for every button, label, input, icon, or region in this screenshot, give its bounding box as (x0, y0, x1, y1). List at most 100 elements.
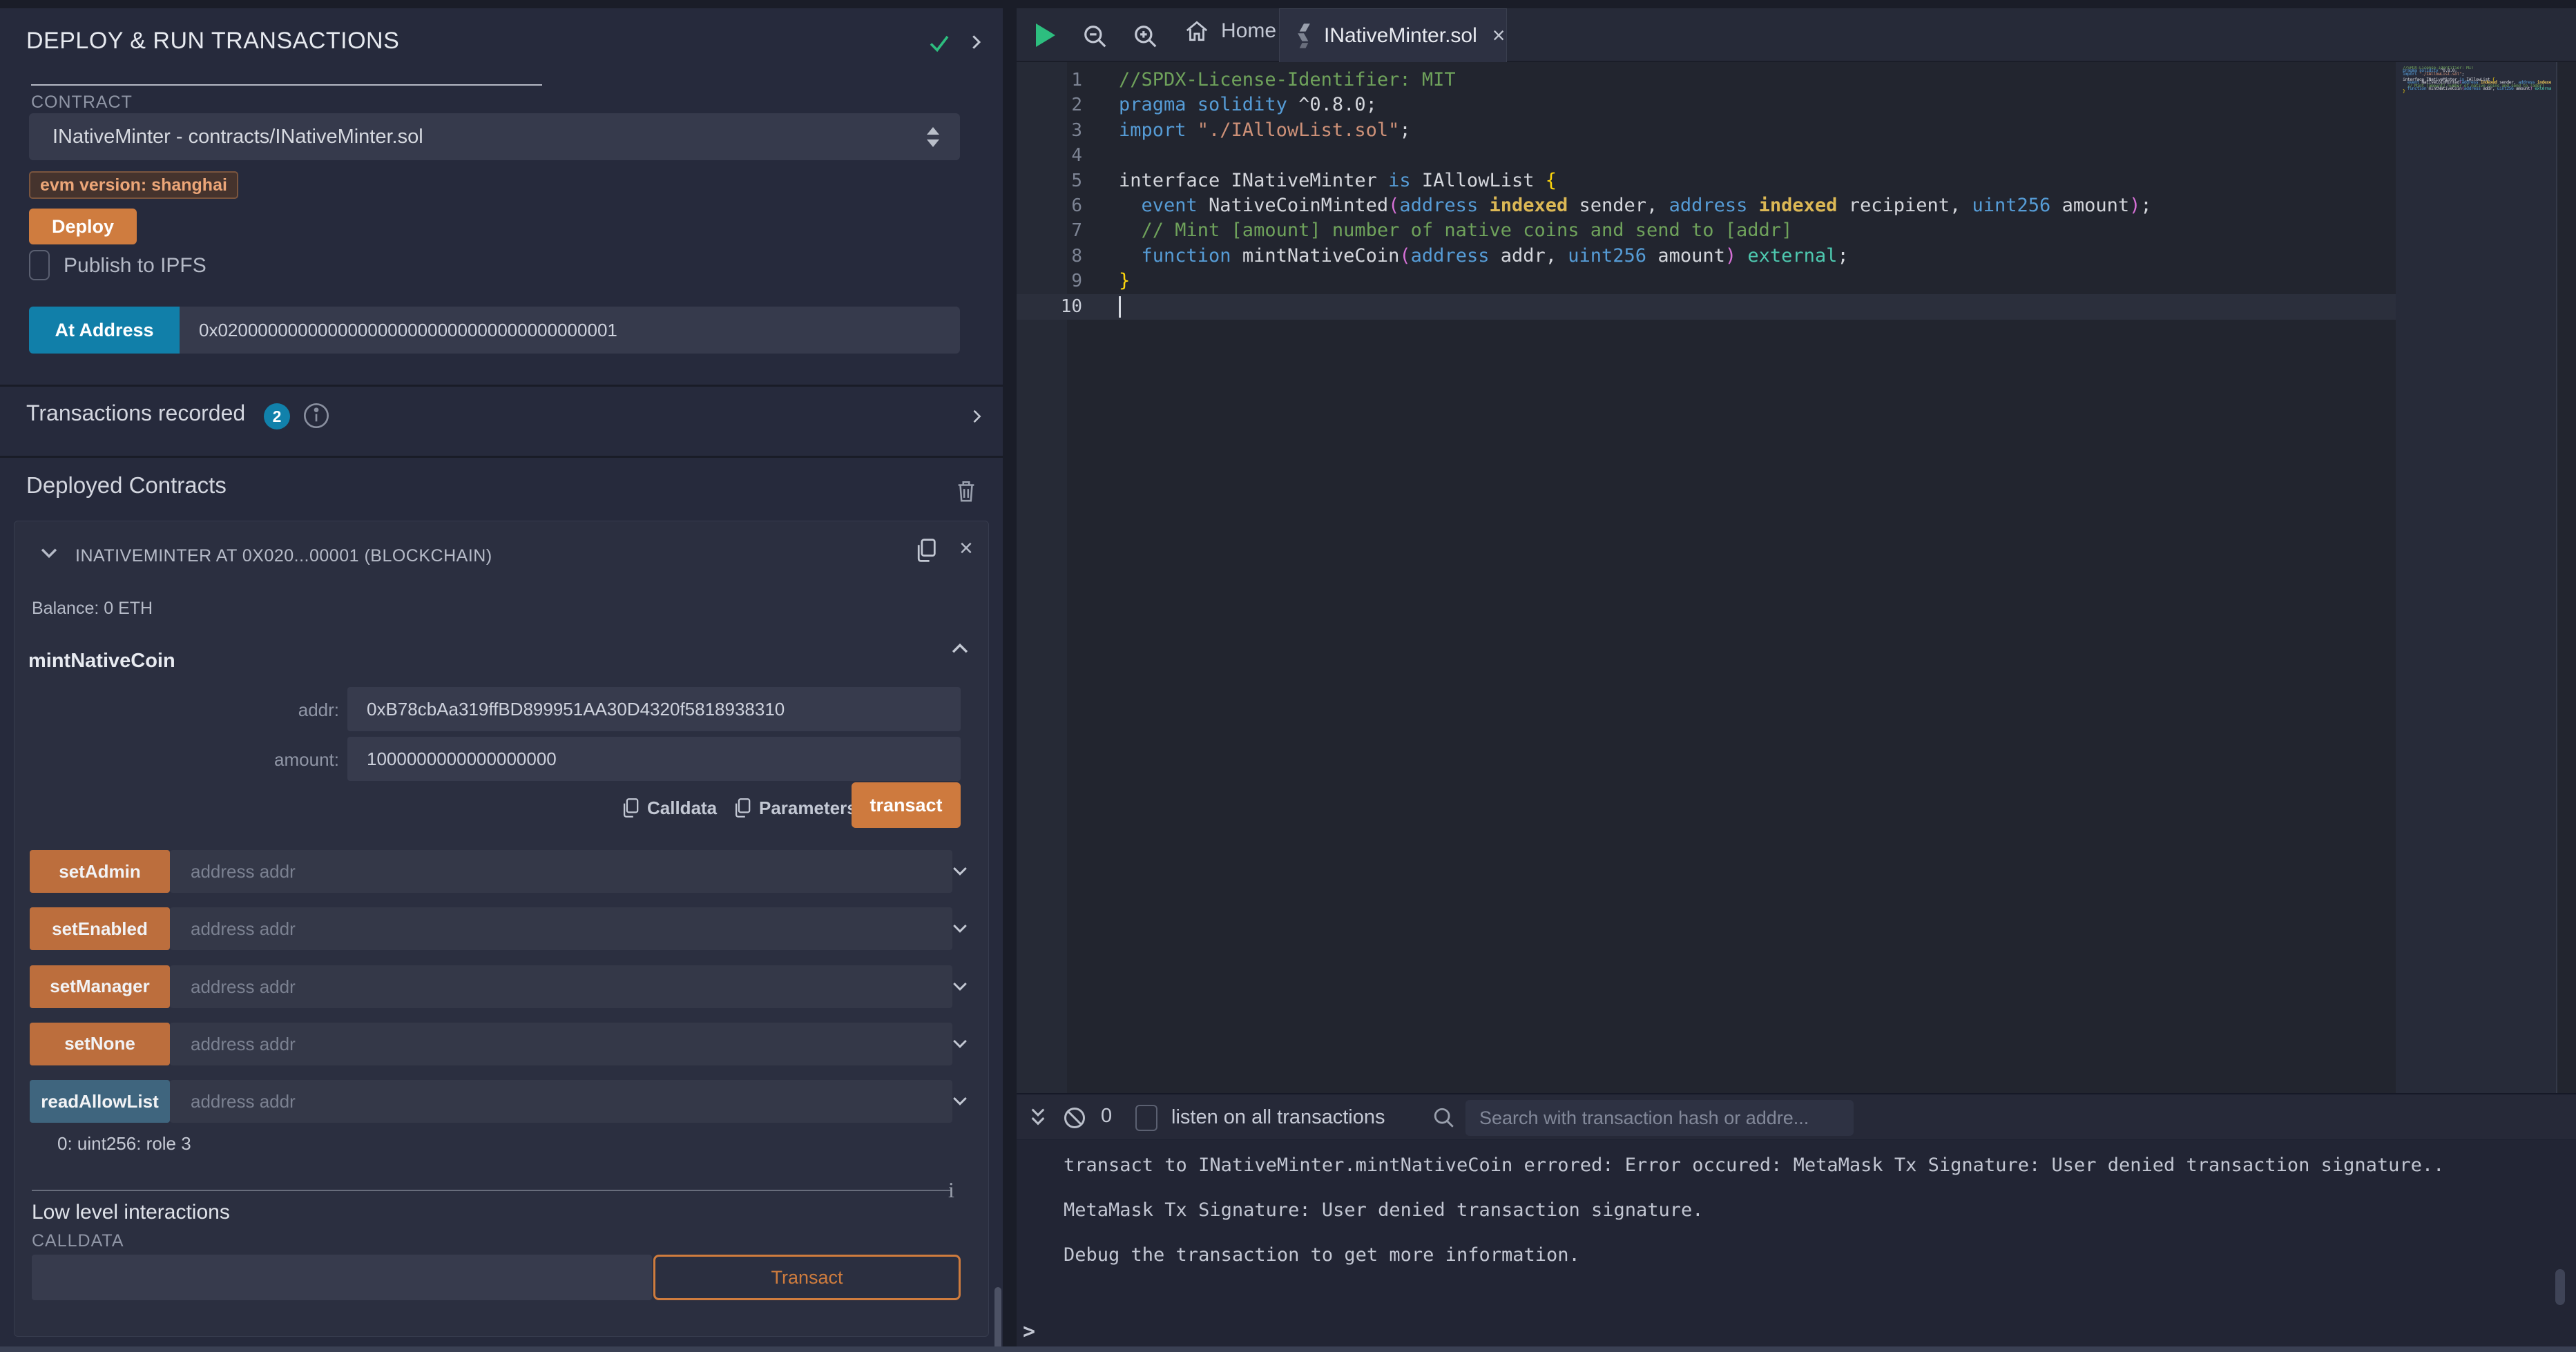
left-panel-scrollbar[interactable] (994, 1287, 1001, 1352)
copy-icon (621, 796, 640, 820)
zoom-in-icon[interactable] (1133, 23, 1159, 50)
editor-tabbar: Home INativeMinter.sol × (1017, 8, 2576, 62)
remix-ide-window: DEPLOY & RUN TRANSACTIONS CONTRACT INati… (0, 0, 2576, 1352)
zoom-out-icon[interactable] (1082, 23, 1108, 50)
copy-parameters-action[interactable]: Parameters (733, 796, 857, 820)
method-button[interactable]: setAdmin (30, 850, 170, 893)
addr-field-label: addr: (222, 699, 339, 721)
section-divider (0, 456, 1003, 458)
contract-collapse-icon[interactable] (37, 541, 61, 564)
terminal-search-input[interactable] (1465, 1100, 1854, 1136)
contract-balance: Balance: 0 ETH (32, 599, 153, 619)
tab-home[interactable]: Home (1184, 18, 1276, 44)
terminal-scrollbar[interactable] (2555, 1269, 2565, 1305)
at-address-row: At Address (29, 307, 960, 354)
panel-title: DEPLOY & RUN TRANSACTIONS (26, 28, 399, 55)
minimap-code: //SPDX-License-Identifier: MITpragma sol… (2403, 66, 2551, 96)
method-row: setAdmin address addr (30, 850, 974, 893)
line-numbers: 12345678910 (1017, 68, 1082, 319)
double-chevron-down-icon[interactable] (1026, 1105, 1050, 1130)
copy-icon (733, 796, 752, 820)
clear-console-icon[interactable] (1062, 1105, 1087, 1130)
search-icon (1432, 1106, 1456, 1130)
deploy-run-panel: DEPLOY & RUN TRANSACTIONS CONTRACT INati… (0, 8, 1003, 1346)
amount-field-label: amount: (222, 749, 339, 771)
pending-tx-count: 0 (1101, 1105, 1112, 1128)
select-updown-icon (927, 127, 939, 147)
method-arg-placeholder: address addr (191, 918, 296, 940)
transactions-count-badge: 2 (264, 403, 290, 429)
low-level-transact-button[interactable]: Transact (653, 1255, 961, 1300)
terminal-toolbar: 0 listen on all transactions (1017, 1093, 2576, 1140)
copy-address-icon[interactable] (914, 537, 938, 564)
contract-instance-title: INATIVEMINTER AT 0X020...00001 (BLOCKCHA… (75, 546, 492, 566)
method-row: readAllowList address addr (30, 1080, 974, 1123)
deployed-contracts-label: Deployed Contracts (26, 472, 227, 499)
solidity-file-icon (1295, 23, 1313, 49)
method-row: setNone address addr (30, 1023, 974, 1065)
method-button[interactable]: readAllowList (30, 1080, 170, 1123)
method-row: setManager address addr (30, 965, 974, 1008)
addr-field-input[interactable] (347, 687, 961, 731)
chevron-down-icon[interactable] (950, 918, 970, 939)
function-collapse-icon[interactable] (948, 637, 972, 661)
copy-calldata-action[interactable]: Calldata (621, 796, 717, 820)
method-row: setEnabled address addr (30, 907, 974, 950)
panel-expand-icon[interactable] (965, 30, 986, 54)
method-output-line: 0: uint256: role 3 (57, 1133, 191, 1155)
listen-all-checkbox[interactable] (1135, 1105, 1157, 1131)
editor-scrollbar-track[interactable] (2557, 62, 2576, 1093)
section-divider (0, 385, 1003, 387)
window-top-strip (0, 0, 2576, 8)
transact-button[interactable]: transact (852, 782, 961, 828)
run-script-icon[interactable] (1036, 23, 1055, 47)
function-name: mintNativeCoin (28, 650, 175, 673)
publish-ipfs-checkbox[interactable] (29, 250, 50, 280)
calldata-input[interactable] (32, 1255, 652, 1300)
transactions-expand-icon[interactable] (967, 405, 986, 427)
info-icon[interactable] (302, 402, 330, 429)
method-arg-placeholder: address addr (191, 976, 296, 998)
deploy-button[interactable]: Deploy (29, 209, 137, 244)
chevron-down-icon[interactable] (950, 1034, 970, 1054)
minimap[interactable]: //SPDX-License-Identifier: MITpragma sol… (2396, 62, 2557, 1093)
listen-all-label: listen on all transactions (1171, 1106, 1385, 1129)
at-address-button[interactable]: At Address (29, 307, 180, 354)
method-arg-placeholder: address addr (191, 1091, 296, 1112)
tab-home-label: Home (1221, 19, 1276, 43)
tab-close-icon[interactable]: × (1492, 23, 1506, 48)
contract-label: CONTRACT (31, 93, 133, 113)
title-underline (31, 84, 542, 86)
contract-select-value: INativeMinter - contracts/INativeMinter.… (52, 126, 927, 148)
info-icon[interactable]: i (948, 1177, 954, 1203)
contract-close-icon[interactable]: × (959, 535, 973, 562)
chevron-down-icon[interactable] (950, 976, 970, 997)
amount-field-input[interactable] (347, 737, 961, 781)
copy-parameters-label: Parameters (759, 798, 857, 819)
text-cursor (1119, 296, 1121, 318)
code-editor: Home INativeMinter.sol × 12345678910 //S… (1017, 8, 2576, 1093)
code-lines: //SPDX-License-Identifier: MITpragma sol… (1119, 68, 2152, 319)
transactions-recorded-label: Transactions recorded (26, 400, 245, 426)
chevron-down-icon[interactable] (950, 1091, 970, 1112)
tab-inativeminter-sol[interactable]: INativeMinter.sol × (1279, 8, 1507, 62)
editor-content[interactable]: 12345678910 //SPDX-License-Identifier: M… (1017, 62, 2576, 1093)
chevron-down-icon[interactable] (950, 861, 970, 882)
copy-calldata-label: Calldata (647, 798, 717, 819)
panel-resize-handle[interactable] (1003, 8, 1017, 1352)
method-button[interactable]: setEnabled (30, 907, 170, 950)
terminal-log: transact to INativeMinter.mintNativeCoin… (1064, 1143, 2444, 1277)
contract-select[interactable]: INativeMinter - contracts/INativeMinter.… (29, 113, 960, 160)
method-button[interactable]: setNone (30, 1023, 170, 1065)
method-button[interactable]: setManager (30, 965, 170, 1008)
tab-label: INativeMinter.sol (1324, 24, 1477, 48)
window-bottom-strip (0, 1346, 2576, 1352)
terminal: 0 listen on all transactions transact to… (1017, 1093, 2576, 1346)
method-arg-placeholder: address addr (191, 1034, 296, 1055)
low-level-title: Low level interactions (32, 1201, 230, 1224)
trash-icon[interactable] (954, 478, 978, 504)
home-icon (1184, 18, 1210, 44)
low-level-divider (32, 1190, 950, 1191)
terminal-prompt[interactable]: > (1023, 1320, 1035, 1344)
at-address-input[interactable] (180, 307, 960, 354)
